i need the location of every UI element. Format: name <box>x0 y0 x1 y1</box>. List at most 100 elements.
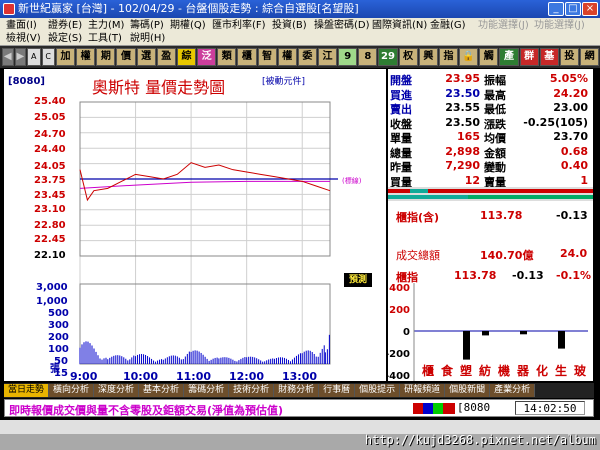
sector-category-label: 生 <box>555 363 567 378</box>
menu-item-9[interactable]: 金融(G) <box>430 19 466 32</box>
close-button[interactable]: × <box>582 2 598 16</box>
toolbar-tab-22[interactable]: 產 <box>499 48 519 66</box>
toolbar-tab-6[interactable]: 綜 <box>176 48 197 66</box>
quote-value: 165 <box>457 130 480 143</box>
toolbar-tab-1[interactable]: 權 <box>76 48 96 66</box>
quote-value: 23.50 <box>445 115 480 129</box>
analysis-tab-8[interactable]: 個股提示 <box>355 384 401 397</box>
sector-category-label: 玻 <box>574 363 587 378</box>
analysis-tab-7[interactable]: 行事曆 <box>319 384 356 397</box>
quote-value: 12 <box>464 173 480 187</box>
menu-item-r2-0[interactable]: 檢視(V) <box>6 32 41 45</box>
time-tick-label: 10:00 <box>123 370 159 383</box>
watermark-url: http://kujd3268.pixnet.net/album <box>364 433 596 447</box>
toolbar-tab-10[interactable]: 智 <box>257 48 277 66</box>
sector-index-pct: -0.1% <box>556 269 592 282</box>
time-tick-label: 12:00 <box>229 370 265 383</box>
turnover-ratio: 24.0 <box>560 247 588 260</box>
turnover-label: 成交總額 <box>396 249 440 262</box>
toolbar-tab-18[interactable]: 興 <box>418 48 438 66</box>
sector-tick-label: -400 <box>388 371 410 381</box>
toolbar-tab-12[interactable]: 委 <box>297 48 317 66</box>
sector-tick-label: +200 <box>388 305 410 316</box>
quote-value: 2,898 <box>445 144 480 158</box>
toolbar-tab-25[interactable]: 投 <box>559 48 579 66</box>
sector-category-label: 塑 <box>460 363 472 378</box>
menu-item-8[interactable]: 國際資訊(N) <box>372 19 427 32</box>
analysis-tab-9[interactable]: 研報頻道 <box>400 384 446 397</box>
analysis-tab-2[interactable]: 深度分析 <box>94 384 140 397</box>
sector-label[interactable]: [被動元件] <box>262 74 305 87</box>
toolbar-tab-20[interactable]: 🔒 <box>459 48 479 66</box>
nav-left-icon[interactable]: ◀ <box>2 48 14 66</box>
app-icon <box>3 3 15 15</box>
analysis-tab-10[interactable]: 個股新聞 <box>445 384 491 397</box>
toolbar-letter-a[interactable]: A <box>27 48 41 66</box>
sector-category-label: 機 <box>498 363 510 378</box>
toolbar-tab-24[interactable]: 基 <box>539 48 559 66</box>
analysis-tab-3[interactable]: 基本分析 <box>139 384 185 397</box>
toolbar: ◀ ▶ A C 加權期價選盈綜泛類櫃智權委江 9 8 29 权興指 🔒 觸產群基投網 <box>0 46 600 68</box>
toolbar-tab-4[interactable]: 選 <box>136 48 156 66</box>
toolbar-tab-19[interactable]: 指 <box>438 48 459 66</box>
analysis-tab-6[interactable]: 財務分析 <box>274 384 320 397</box>
time-tick-label: 11:00 <box>176 370 212 383</box>
average-price-line <box>79 180 330 189</box>
predict-button[interactable]: 預測 <box>344 273 372 287</box>
quote-value: 23.50 <box>445 86 480 100</box>
toolbar-tab-8[interactable]: 類 <box>217 48 237 66</box>
sector-bar <box>520 331 527 335</box>
menu-item-11[interactable]: 功能選擇(J) <box>534 19 585 32</box>
analysis-tab-1[interactable]: 橫向分析 <box>49 384 95 397</box>
toolbar-tab-9[interactable]: 櫃 <box>237 48 257 66</box>
toolbar-tab-17[interactable]: 权 <box>398 48 418 66</box>
toolbar-tab-11[interactable]: 權 <box>277 48 297 66</box>
toolbar-letter-c[interactable]: C <box>41 48 55 66</box>
menu-item-6[interactable]: 投資(B) <box>272 19 307 32</box>
toolbar-tab-2[interactable]: 期 <box>96 48 116 66</box>
maximize-button[interactable]: □ <box>565 2 581 16</box>
menu-item-1[interactable]: 證券(E) <box>48 19 82 32</box>
toolbar-tab-13[interactable]: 江 <box>317 48 338 66</box>
analysis-tab-5[interactable]: 技術分析 <box>229 384 275 397</box>
price-tick-label: 24.05 <box>34 161 66 172</box>
toolbar-tab-5[interactable]: 盈 <box>156 48 176 66</box>
menu-item-0[interactable]: 畫面(I) <box>6 19 37 32</box>
bid-ask-strip <box>388 187 593 201</box>
toolbar-tab-0[interactable]: 加 <box>55 48 76 66</box>
volume-tick-label: 張 <box>50 364 60 375</box>
sector-index-value: 113.78 <box>454 269 497 282</box>
analysis-tab-11[interactable]: 產業分析 <box>490 384 536 397</box>
nav-right-icon[interactable]: ▶ <box>14 48 27 66</box>
menu-item-10[interactable]: 功能選擇(J) <box>478 19 529 32</box>
toolbar-tab-21[interactable]: 觸 <box>479 48 499 66</box>
status-code: [8080 <box>457 401 491 414</box>
sector-bar <box>463 331 470 360</box>
menu-item-7[interactable]: 操盤密碼(D) <box>314 19 370 32</box>
menu-item-5[interactable]: 匯市利率(F) <box>212 19 266 32</box>
quote-value: 7,290 <box>445 159 480 172</box>
toolbar-tab-7[interactable]: 泛 <box>197 48 217 66</box>
minimize-button[interactable]: _ <box>548 2 564 16</box>
menu-item-4[interactable]: 期權(Q) <box>170 19 206 32</box>
analysis-tab-0[interactable]: 當日走勢 <box>4 384 50 397</box>
status-bar: 即時報價成交價與量不含零股及鉅額交易(淨值為預估值) [8080 14:02:5… <box>4 399 594 417</box>
menu-item-r2-2[interactable]: 工具(T) <box>88 32 122 45</box>
toolbar-tab-16[interactable]: 29 <box>378 48 398 66</box>
index-change: -0.13 <box>556 209 588 222</box>
toolbar-tab-15[interactable]: 8 <box>358 48 378 66</box>
toolbar-tab-26[interactable]: 網 <box>580 48 600 66</box>
index-label: 櫃指(含) <box>396 211 440 224</box>
quote-value: 23.00 <box>553 101 588 114</box>
toolbar-tab-14[interactable]: 9 <box>338 48 358 66</box>
sector-panel: 櫃指 113.78 -0.13 -0.1% +400+2000-200-400櫃… <box>388 265 593 381</box>
toolbar-tab-3[interactable]: 價 <box>116 48 136 66</box>
menu-item-r2-3[interactable]: 說明(H) <box>130 32 165 45</box>
price-tick-label: 22.80 <box>34 220 66 231</box>
analysis-tab-4[interactable]: 籌碼分析 <box>184 384 230 397</box>
menu-item-3[interactable]: 籌碼(P) <box>130 19 164 32</box>
menu-item-r2-1[interactable]: 設定(S) <box>48 32 82 45</box>
menu-item-2[interactable]: 主力(M) <box>88 19 124 32</box>
volume-tick-label: 300 <box>48 320 69 331</box>
toolbar-tab-23[interactable]: 群 <box>519 48 539 66</box>
